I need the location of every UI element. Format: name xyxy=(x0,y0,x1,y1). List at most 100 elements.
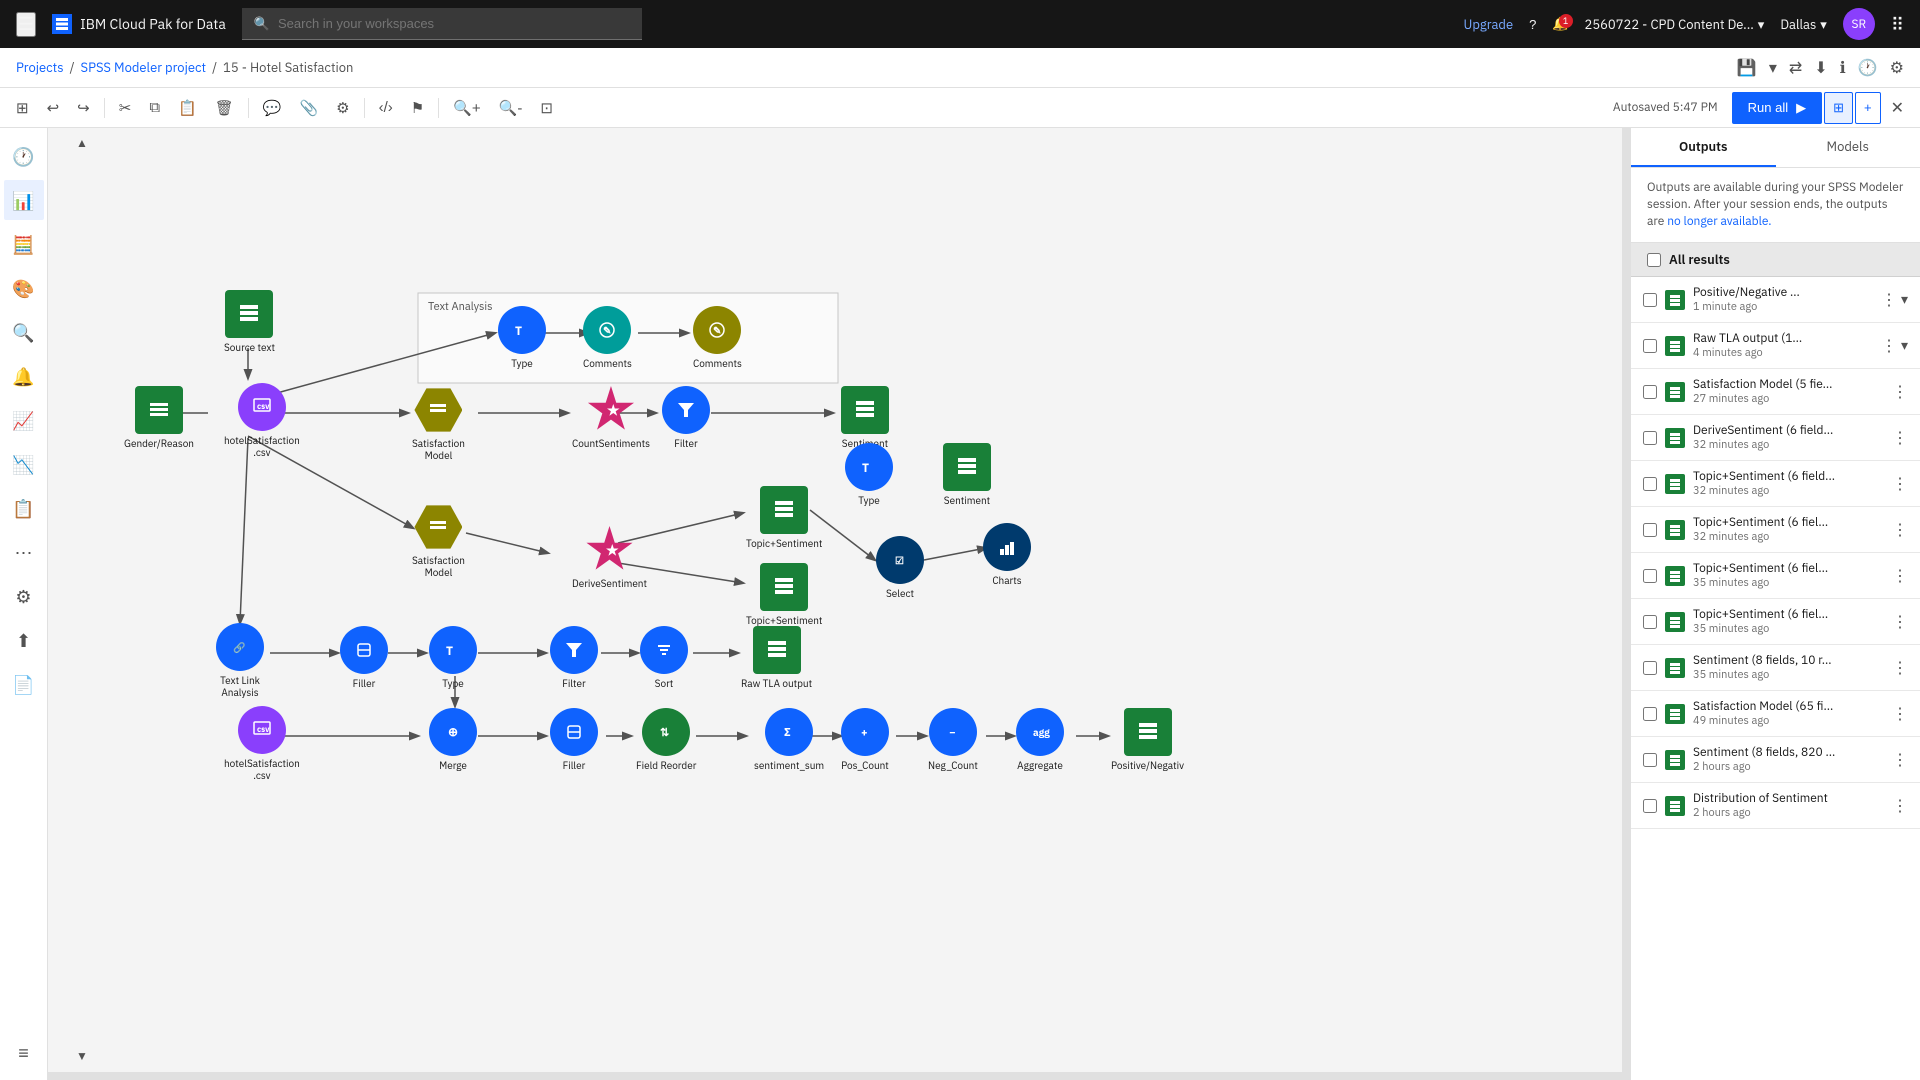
node-derive-sentiment[interactable]: ★ DeriveSentiment xyxy=(572,526,647,590)
hamburger-menu[interactable]: ☰ xyxy=(16,12,36,37)
node-filler-1[interactable]: Filler xyxy=(340,626,388,690)
result-more-8[interactable]: ⋮ xyxy=(1892,658,1908,678)
search-input[interactable] xyxy=(278,16,630,31)
result-item-3[interactable]: DeriveSentiment (6 field... 32 minutes a… xyxy=(1631,415,1920,461)
node-type-2[interactable]: T Type xyxy=(845,443,893,507)
user-account-button[interactable]: SR xyxy=(1843,8,1875,40)
table-view-button[interactable]: ⊞ xyxy=(1824,92,1853,124)
sidebar-item-export[interactable]: ⬆ xyxy=(4,620,44,660)
result-checkbox-11[interactable] xyxy=(1643,799,1657,813)
result-more-2[interactable]: ⋮ xyxy=(1892,382,1908,402)
result-more-5[interactable]: ⋮ xyxy=(1892,520,1908,540)
sidebar-item-scatter[interactable]: ⋯ xyxy=(4,532,44,572)
result-checkbox-5[interactable] xyxy=(1643,523,1657,537)
sidebar-item-notifications[interactable]: 🔔 xyxy=(4,356,44,396)
result-more-11[interactable]: ⋮ xyxy=(1892,796,1908,816)
add-output-button[interactable]: + xyxy=(1855,92,1881,124)
result-more-6[interactable]: ⋮ xyxy=(1892,566,1908,586)
flow-canvas-area[interactable]: Text Analysis xyxy=(48,128,1630,1080)
upgrade-button[interactable]: Upgrade xyxy=(1464,16,1514,33)
sidebar-item-help[interactable]: ≡ xyxy=(4,1032,44,1072)
undo-button[interactable]: ↩ xyxy=(39,93,68,123)
result-more-9[interactable]: ⋮ xyxy=(1892,704,1908,724)
vertical-scrollbar[interactable] xyxy=(1622,128,1630,1080)
result-more-0[interactable]: ⋮ xyxy=(1881,290,1897,310)
delete-button[interactable]: 🗑 xyxy=(207,93,242,123)
result-expand-1[interactable]: ▾ xyxy=(1901,337,1908,354)
fit-button[interactable]: ⊡ xyxy=(532,93,561,123)
node-satisfaction-model-1[interactable]: SatisfactionModel xyxy=(412,386,465,462)
horizontal-scrollbar[interactable] xyxy=(48,1072,1622,1080)
node-charts[interactable]: Charts xyxy=(983,523,1031,587)
cut-button[interactable]: ✂ xyxy=(111,93,140,123)
result-expand-0[interactable]: ▾ xyxy=(1901,291,1908,308)
annotation-button[interactable]: 📎 xyxy=(291,93,326,123)
apps-icon[interactable]: ⠿ xyxy=(1891,13,1904,36)
result-item-8[interactable]: Sentiment (8 fields, 10 r... 35 minutes … xyxy=(1631,645,1920,691)
sidebar-item-settings[interactable]: ⚙ xyxy=(4,576,44,616)
result-item-11[interactable]: Distribution of Sentiment 2 hours ago ⋮ xyxy=(1631,783,1920,829)
node-satisfaction-model-2[interactable]: SatisfactionModel xyxy=(412,503,465,579)
node-sort[interactable]: Sort xyxy=(640,626,688,690)
result-checkbox-4[interactable] xyxy=(1643,477,1657,491)
sidebar-item-line[interactable]: 📋 xyxy=(4,488,44,528)
tab-outputs[interactable]: Outputs xyxy=(1631,128,1776,167)
scroll-up-button[interactable]: ▲ xyxy=(76,136,88,151)
node-sentiment-1[interactable]: Sentiment xyxy=(841,386,889,450)
result-more-4[interactable]: ⋮ xyxy=(1892,474,1908,494)
code-button[interactable]: ‹/› xyxy=(371,93,401,122)
sidebar-item-recent[interactable]: 🕐 xyxy=(4,136,44,176)
result-item-4[interactable]: Topic+Sentiment (6 field... 32 minutes a… xyxy=(1631,461,1920,507)
result-item-7[interactable]: Topic+Sentiment (6 fiel... 35 minutes ag… xyxy=(1631,599,1920,645)
result-checkbox-2[interactable] xyxy=(1643,385,1657,399)
node-source-text[interactable]: Source text xyxy=(224,290,275,354)
node-raw-tla[interactable]: Raw TLA output xyxy=(741,626,812,690)
info-icon[interactable]: ℹ xyxy=(1840,58,1846,78)
result-item-2[interactable]: Satisfaction Model (5 fie... 27 minutes … xyxy=(1631,369,1920,415)
node-type-ta[interactable]: T Type xyxy=(498,306,546,370)
node-positive-negative[interactable]: Positive/Negativ xyxy=(1111,708,1184,772)
result-item-6[interactable]: Topic+Sentiment (6 fiel... 35 minutes ag… xyxy=(1631,553,1920,599)
node-hotel-sat-2[interactable]: csv hotelSatisfaction.csv xyxy=(224,706,300,782)
copy-button[interactable]: ⧉ xyxy=(141,93,168,122)
node-sentiment-sum[interactable]: Σ sentiment_sum xyxy=(754,708,824,772)
node-count-sentiments[interactable]: ★ CountSentiments xyxy=(572,386,650,450)
result-item-0[interactable]: Positive/Negative ... 1 minute ago ⋮ ▾ xyxy=(1631,277,1920,323)
node-type-3[interactable]: T Type xyxy=(429,626,477,690)
download-icon[interactable]: ⬇ xyxy=(1814,58,1827,78)
sidebar-item-palette[interactable]: 🎨 xyxy=(4,268,44,308)
compare-icon[interactable]: ⇄ xyxy=(1789,58,1802,78)
node-merge[interactable]: ⊕ Merge xyxy=(429,708,477,772)
node-filler-2[interactable]: Filler xyxy=(550,708,598,772)
node-hotel-sat[interactable]: csv hotelSatisfaction.csv xyxy=(224,383,300,459)
result-checkbox-3[interactable] xyxy=(1643,431,1657,445)
sidebar-item-bar[interactable]: 📉 xyxy=(4,444,44,484)
result-item-10[interactable]: Sentiment (8 fields, 820 ... 2 hours ago… xyxy=(1631,737,1920,783)
scroll-down-button[interactable]: ▼ xyxy=(76,1049,88,1064)
node-select[interactable]: ☑ Select xyxy=(876,536,924,600)
result-checkbox-10[interactable] xyxy=(1643,753,1657,767)
node-text-link-analysis[interactable]: 🔗 Text LinkAnalysis xyxy=(216,623,264,699)
result-item-9[interactable]: Satisfaction Model (65 fi... 49 minutes … xyxy=(1631,691,1920,737)
result-item-5[interactable]: Topic+Sentiment (6 fiel... 32 minutes ag… xyxy=(1631,507,1920,553)
chevron-down-icon[interactable]: ▾ xyxy=(1769,58,1777,78)
result-more-1[interactable]: ⋮ xyxy=(1881,336,1897,356)
node-comments-2[interactable]: ✎ Comments xyxy=(693,306,742,370)
settings-icon[interactable]: ⚙ xyxy=(1890,58,1904,78)
zoom-in-button[interactable]: 🔍+ xyxy=(445,93,488,123)
node-topic-sentiment-upper[interactable]: Topic+Sentiment xyxy=(746,486,822,550)
help-button[interactable]: ? xyxy=(1529,17,1536,32)
sidebar-item-models[interactable]: 🧮 xyxy=(4,224,44,264)
sidebar-item-report[interactable]: 📄 xyxy=(4,664,44,704)
node-sentiment-2[interactable]: Sentiment xyxy=(943,443,991,507)
result-checkbox-6[interactable] xyxy=(1643,569,1657,583)
result-item-1[interactable]: Raw TLA output (1... 4 minutes ago ⋮ ▾ xyxy=(1631,323,1920,369)
redo-button[interactable]: ↪ xyxy=(69,93,98,123)
close-panel-button[interactable]: ✕ xyxy=(1883,92,1912,124)
node-filter-1[interactable]: Filter xyxy=(662,386,710,450)
paste-button[interactable]: 📋 xyxy=(170,93,205,123)
result-checkbox-8[interactable] xyxy=(1643,661,1657,675)
result-more-7[interactable]: ⋮ xyxy=(1892,612,1908,632)
filter-button[interactable]: ⚙ xyxy=(328,93,357,123)
notifications-button[interactable]: 🔔 1 xyxy=(1552,16,1568,32)
